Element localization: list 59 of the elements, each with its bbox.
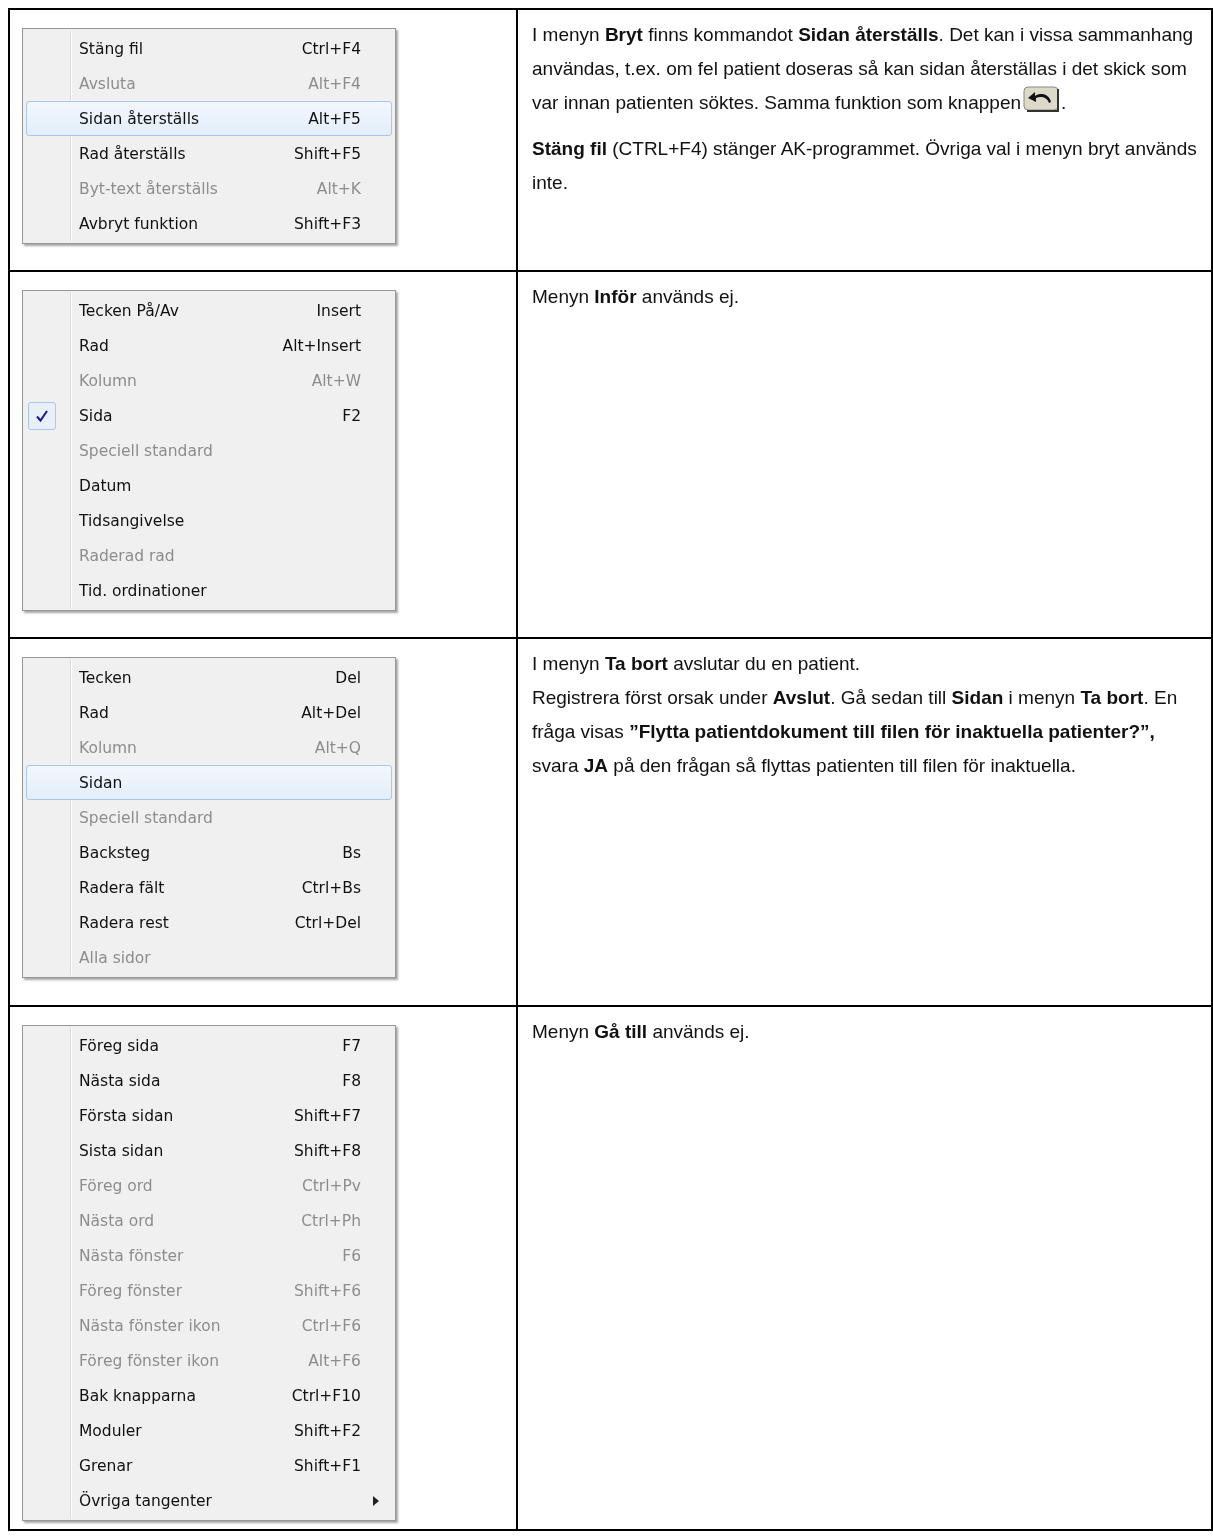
shortcut-label: Shift+F1	[294, 1456, 361, 1475]
menu-item[interactable]: Tidsangivelse	[26, 503, 392, 538]
shortcut-label: Insert	[316, 301, 361, 320]
menu-item[interactable]: Sidan återställs Alt+F5	[26, 101, 392, 136]
menu-item[interactable]: Avbryt funktion Shift+F3	[26, 206, 392, 241]
menu-item[interactable]: Tecken På/Av Insert	[26, 293, 392, 328]
menu-item[interactable]: Radera fält Ctrl+Bs	[26, 870, 392, 905]
shortcut-label: Alt+F6	[308, 1351, 361, 1370]
shortcut-label: Ctrl+Ph	[301, 1211, 361, 1230]
menu-item[interactable]: Sidan	[26, 765, 392, 800]
submenu-arrow-icon	[373, 1495, 379, 1506]
description-text: Menyn Inför används ej.	[532, 285, 740, 309]
shortcut-label: Alt+K	[316, 179, 361, 198]
shortcut-label: Shift+F5	[294, 144, 361, 163]
shortcut-label: Ctrl+F4	[301, 39, 361, 58]
description-text: Menyn Gå till används ej.	[532, 1020, 751, 1044]
shortcut-label: Ctrl+Bs	[301, 878, 361, 897]
shortcut-label: Ctrl+F10	[291, 1386, 361, 1405]
menu-item[interactable]: Tid. ordinationer	[26, 573, 392, 608]
shortcut-label: Shift+F2	[294, 1421, 361, 1440]
menu-item[interactable]: Sida F2	[26, 398, 392, 433]
shortcut-label: Shift+F7	[294, 1106, 361, 1125]
menu-item[interactable]: Rad Alt+Insert	[26, 328, 392, 363]
shortcut-label: F6	[342, 1246, 361, 1265]
shortcut-label: Alt+F4	[308, 74, 361, 93]
menu-item[interactable]: Backsteg Bs	[26, 835, 392, 870]
description-text: I menyn Bryt finns kommandot Sidan återställs. Det kan i vissa sammanhang användas, t.ex. om fel patient doseras så kan sidan återställas i det skick som var innan patienten söktes. Samma funktion som knappen .	[532, 23, 1195, 115]
menu-item[interactable]: Sista sidan Shift+F8	[26, 1133, 392, 1168]
menu-item[interactable]: Tecken Del	[26, 660, 392, 695]
menu-item[interactable]: Stäng fil Ctrl+F4	[26, 31, 392, 66]
menu-item[interactable]: Bak knapparna Ctrl+F10	[26, 1378, 392, 1413]
menu-item[interactable]: Datum	[26, 468, 392, 503]
shortcut-label: Alt+Q	[314, 738, 361, 757]
menu-item[interactable]: Grenar Shift+F1	[26, 1448, 392, 1483]
description-text: Stäng fil (CTRL+F4) stänger AK-programmet. Övriga val i menyn bryt används inte.	[532, 137, 1197, 195]
shortcut-label: F2	[342, 406, 361, 425]
shortcut-label: Alt+W	[311, 371, 361, 390]
shortcut-label: Ctrl+Pv	[301, 1176, 361, 1195]
shortcut-label: Shift+F3	[294, 214, 361, 233]
menu-item[interactable]: Föreg sida F7	[26, 1028, 392, 1063]
shortcut-label: Del	[335, 668, 361, 687]
shortcut-label: F8	[342, 1071, 361, 1090]
shortcut-label: F7	[342, 1036, 361, 1055]
menu-item[interactable]: Moduler Shift+F2	[26, 1413, 392, 1448]
description-text: I menyn Ta bort avslutar du en patient. Registrera först orsak under Avslut. Gå sedan till Sidan i menyn Ta bort. En fråga visas ”Flytta patientdokument till filen för inaktuella patienter?”, svara JA på den frågan så flyttas patienten till filen för inaktuella.	[532, 652, 1179, 778]
shortcut-label: Ctrl+Del	[294, 913, 361, 932]
shortcut-label: Alt+F5	[308, 109, 361, 128]
shortcut-label: Alt+Del	[301, 703, 361, 722]
menu-item[interactable]: Nästa sida F8	[26, 1063, 392, 1098]
shortcut-label: Shift+F8	[294, 1141, 361, 1160]
menu-item[interactable]: Rad Alt+Del	[26, 695, 392, 730]
menu-item[interactable]: Första sidan Shift+F7	[26, 1098, 392, 1133]
shortcut-label: Ctrl+F6	[301, 1316, 361, 1335]
menu-item[interactable]: Rad återställs Shift+F5	[26, 136, 392, 171]
menu-item[interactable]: Radera rest Ctrl+Del	[26, 905, 392, 940]
shortcut-label: Bs	[342, 843, 361, 862]
shortcut-label: Shift+F6	[294, 1281, 361, 1300]
menu-item[interactable]: Övriga tangenter	[26, 1483, 392, 1518]
shortcut-label: Alt+Insert	[282, 336, 361, 355]
